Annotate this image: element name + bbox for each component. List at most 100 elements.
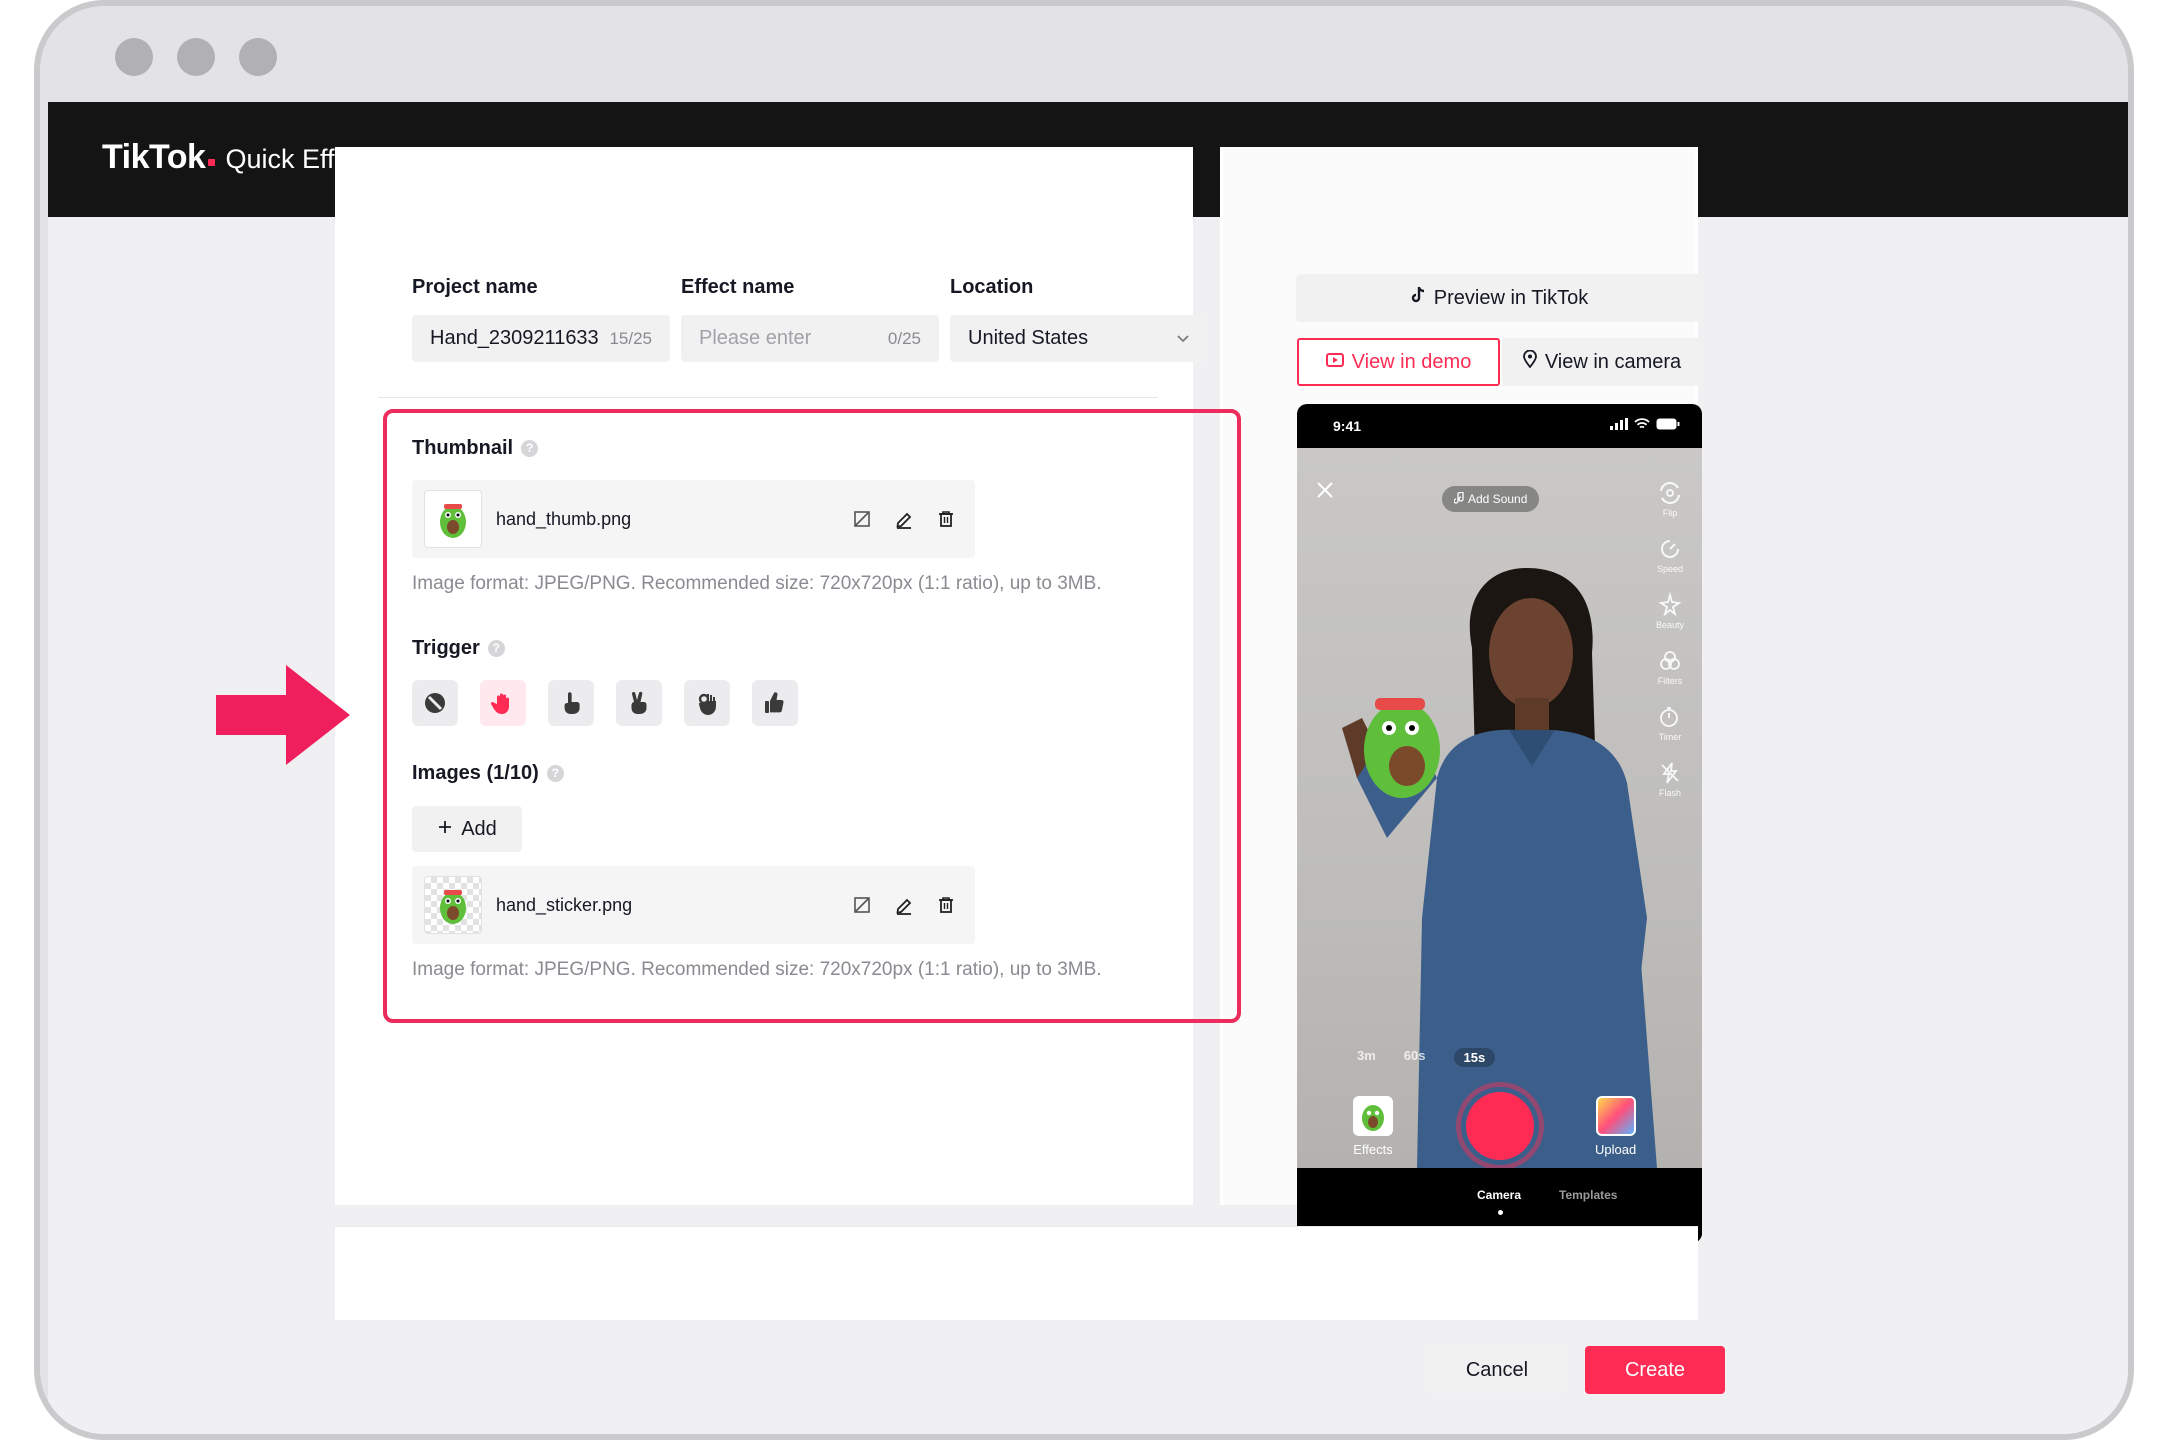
callout-arrow-icon — [216, 665, 350, 765]
add-sound-button[interactable]: Add Sound — [1442, 486, 1540, 512]
flip-tool-label: Flip — [1662, 508, 1678, 518]
active-tab-indicator — [1498, 1210, 1503, 1215]
trigger-point-option[interactable] — [548, 680, 594, 726]
beauty-tool[interactable]: Beauty — [1656, 592, 1684, 630]
beauty-icon — [1658, 592, 1682, 617]
window-close-button[interactable] — [115, 38, 153, 76]
trigger-ok-hand-option[interactable] — [684, 680, 730, 726]
record-button-core — [1466, 1092, 1534, 1160]
open-hand-icon — [490, 693, 509, 714]
project-name-input[interactable]: Hand_2309211633 15/25 — [412, 315, 670, 362]
avocado-sticker — [1364, 698, 1440, 798]
flip-icon — [1659, 482, 1680, 504]
upload-thumbnail — [1595, 1096, 1636, 1136]
effect-name-counter: 0/25 — [887, 328, 921, 348]
effects-button[interactable]: Effects — [1353, 1096, 1393, 1157]
victory-icon — [631, 691, 647, 714]
tiktok-logo: TikTok — [102, 138, 206, 176]
brand[interactable]: TikTok Quick Effect — [102, 138, 371, 177]
speed-icon — [1661, 540, 1679, 558]
music-note-icon — [1453, 490, 1464, 507]
upload-button[interactable]: Upload — [1595, 1096, 1636, 1157]
tab-view-in-demo[interactable]: View in demo — [1297, 338, 1500, 386]
point-icon — [564, 692, 580, 714]
status-icons — [1610, 418, 1680, 430]
crop-icon[interactable] — [851, 508, 873, 530]
edit-icon[interactable] — [893, 894, 915, 916]
dialog-footer — [335, 1226, 1698, 1320]
window-zoom-button[interactable] — [239, 38, 277, 76]
cancel-button[interactable]: Cancel — [1427, 1346, 1567, 1394]
effect-name-label: Effect name — [681, 276, 795, 298]
effect-name-placeholder: Please enter — [699, 327, 812, 349]
preview-in-tiktok-button[interactable]: Preview in TikTok — [1296, 274, 1702, 322]
add-image-button[interactable]: Add — [412, 806, 522, 852]
speed-tool-label: Speed — [1656, 564, 1683, 574]
create-button[interactable]: Create — [1585, 1346, 1725, 1394]
preview-in-tiktok-label: Preview in TikTok — [1433, 286, 1589, 309]
video-icon — [1325, 351, 1344, 374]
thumbnail-format-hint: Image format: JPEG/PNG. Recommended size… — [412, 573, 1102, 594]
help-icon[interactable]: ? — [546, 765, 564, 783]
record-button[interactable] — [1456, 1082, 1544, 1168]
thumbnail-preview-image — [424, 490, 482, 548]
close-icon[interactable] — [1315, 480, 1335, 505]
flash-icon — [1661, 762, 1679, 784]
tiktok-note-icon — [1410, 286, 1426, 310]
duration-60s[interactable]: 60s — [1404, 1048, 1426, 1067]
duration-15s[interactable]: 15s — [1453, 1048, 1496, 1067]
thumbnail-file-name: hand_thumb.png — [496, 508, 632, 529]
add-sound-label: Add Sound — [1468, 492, 1528, 506]
crop-icon[interactable] — [851, 894, 873, 916]
logo-accent-mark — [208, 159, 216, 166]
trigger-label: Trigger? — [412, 637, 505, 660]
sticker-file-actions — [851, 894, 957, 916]
battery-icon — [1656, 418, 1680, 430]
edit-icon[interactable] — [893, 508, 915, 530]
help-icon[interactable]: ? — [521, 440, 539, 458]
flash-tool[interactable]: Flash — [1657, 760, 1683, 798]
signal-icon — [1610, 418, 1628, 430]
filters-tool[interactable]: Filters — [1657, 648, 1683, 686]
tab-templates[interactable]: Templates — [1559, 1188, 1617, 1202]
chevron-down-icon — [1176, 330, 1190, 348]
thumbnail-label-text: Thumbnail — [412, 437, 514, 459]
effects-thumbnail — [1353, 1096, 1393, 1136]
trigger-none-option[interactable] — [412, 680, 458, 726]
trigger-open-hand-option[interactable] — [480, 680, 526, 726]
location-select[interactable]: United States — [950, 315, 1208, 362]
delete-icon[interactable] — [935, 508, 957, 530]
sticker-file-name: hand_sticker.png — [496, 894, 633, 915]
location-pin-icon — [1522, 349, 1537, 374]
tab-camera[interactable]: Camera — [1477, 1188, 1521, 1202]
delete-icon[interactable] — [935, 894, 957, 916]
effects-label: Effects — [1353, 1142, 1393, 1157]
none-icon — [425, 693, 445, 713]
view-in-camera-label: View in camera — [1544, 350, 1682, 373]
trigger-victory-option[interactable] — [616, 680, 662, 726]
timer-tool[interactable]: Timer — [1657, 704, 1683, 742]
location-label: Location — [950, 276, 1034, 298]
sticker-format-hint: Image format: JPEG/PNG. Recommended size… — [412, 959, 1102, 980]
filters-tool-label: Filters — [1657, 676, 1683, 686]
thumbnail-file-actions — [851, 508, 957, 530]
view-in-demo-label: View in demo — [1351, 350, 1472, 373]
speed-tool[interactable]: Speed — [1657, 536, 1683, 574]
duration-3m[interactable]: 3m — [1357, 1048, 1376, 1067]
project-name-label: Project name — [412, 276, 538, 298]
window-minimize-button[interactable] — [177, 38, 215, 76]
flip-tool[interactable]: Flip — [1657, 480, 1683, 518]
image-file-row: hand_sticker.png — [412, 866, 975, 944]
phone-time: 9:41 — [1333, 418, 1362, 434]
timer-icon — [1660, 707, 1678, 727]
effect-name-input[interactable]: Please enter 0/25 — [681, 315, 939, 362]
phone-preview: 9:41 Add Sound Flip Speed Beauty Filters… — [1297, 404, 1702, 1243]
tab-view-in-camera[interactable]: View in camera — [1502, 338, 1702, 386]
trigger-thumbs-up-option[interactable] — [752, 680, 798, 726]
images-label: Images (1/10)? — [412, 762, 564, 785]
thumbnail-file-row: hand_thumb.png — [412, 480, 975, 558]
thumbnail-label: Thumbnail? — [412, 437, 539, 460]
help-icon[interactable]: ? — [487, 640, 505, 658]
upload-label: Upload — [1595, 1142, 1637, 1157]
trigger-options — [412, 680, 798, 726]
